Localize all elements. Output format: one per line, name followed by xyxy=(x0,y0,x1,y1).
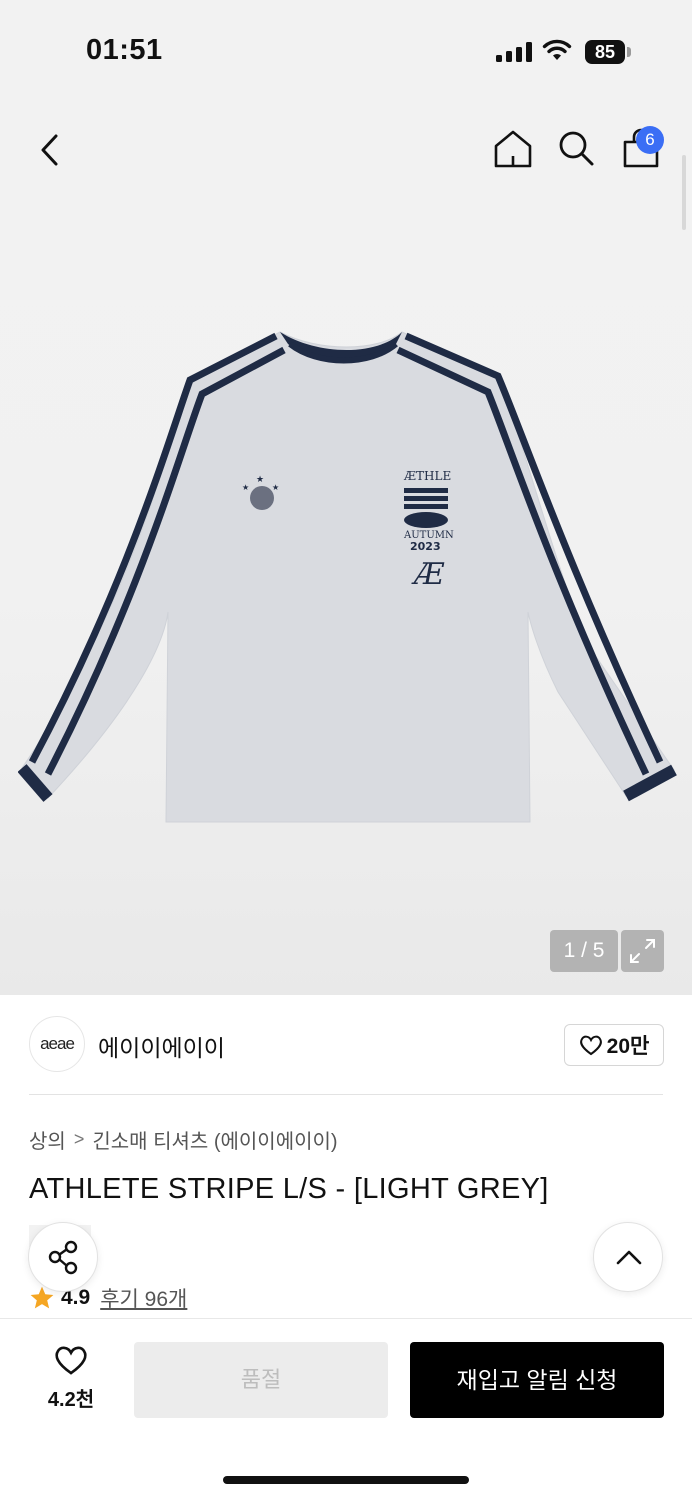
wishlist-button[interactable]: 4.2천 xyxy=(36,1344,106,1414)
breadcrumb-category[interactable]: 상의 xyxy=(29,1125,66,1154)
svg-text:Æ: Æ xyxy=(411,557,445,592)
battery-tip-icon xyxy=(627,47,631,57)
print-brand-text: ÆTHLE xyxy=(403,469,451,483)
battery-level: 85 xyxy=(585,40,625,64)
back-arrow-icon[interactable] xyxy=(36,132,66,168)
restock-alert-button[interactable]: 재입고 알림 신청 xyxy=(410,1342,664,1418)
share-button[interactable] xyxy=(28,1222,98,1292)
cellular-signal-icon xyxy=(496,42,532,62)
brand-like-count: 20만 xyxy=(606,1035,650,1058)
reviews-link[interactable]: 후기 96개 xyxy=(100,1283,187,1313)
heart-icon xyxy=(579,1035,602,1056)
svg-text:★: ★ xyxy=(272,483,279,492)
product-tshirt-image[interactable]: ★ ★ ★ ÆTHLE AUTUMN 2023 Æ xyxy=(18,322,682,830)
image-pager: 1 / 5 xyxy=(550,930,618,972)
heart-icon xyxy=(55,1346,87,1375)
breadcrumb-separator-icon: > xyxy=(73,1129,85,1149)
wifi-icon xyxy=(542,39,572,60)
expand-icon[interactable] xyxy=(621,930,664,972)
breadcrumb: 상의 > 긴소매 티셔츠 (에이이에이이) xyxy=(29,1125,338,1154)
svg-text:★: ★ xyxy=(242,483,249,492)
product-title: ATHLETE STRIPE L/S - [LIGHT GREY] xyxy=(29,1173,549,1205)
brand-logo[interactable]: aeae xyxy=(29,1016,85,1072)
chevron-up-icon xyxy=(616,1250,642,1265)
soldout-button[interactable]: 품절 xyxy=(134,1342,388,1418)
scroll-top-button[interactable] xyxy=(593,1222,663,1292)
brand-like-button[interactable]: 20만 xyxy=(564,1024,664,1066)
breadcrumb-subcategory[interactable]: 긴소매 티셔츠 (에이이에이이) xyxy=(92,1125,337,1154)
brand-name[interactable]: 에이이에이이 xyxy=(98,1029,225,1063)
divider xyxy=(29,1094,663,1095)
status-time: 01:51 xyxy=(86,34,163,66)
home-indicator[interactable] xyxy=(223,1476,469,1484)
share-icon xyxy=(48,1240,78,1275)
wishlist-count: 4.2천 xyxy=(47,1389,95,1411)
print-year-text: 2023 xyxy=(410,540,441,553)
home-icon[interactable] xyxy=(492,128,534,170)
cart-count-badge: 6 xyxy=(636,126,664,154)
scrollbar[interactable] xyxy=(682,155,686,230)
product-image-area: 01:51 85 6 ★ ★ ★ ÆTHLE AUTUMN 2023 Æ 1 /… xyxy=(0,0,692,995)
status-bar: 01:51 85 xyxy=(0,0,692,100)
svg-text:★: ★ xyxy=(256,475,264,485)
search-icon[interactable] xyxy=(556,128,596,168)
